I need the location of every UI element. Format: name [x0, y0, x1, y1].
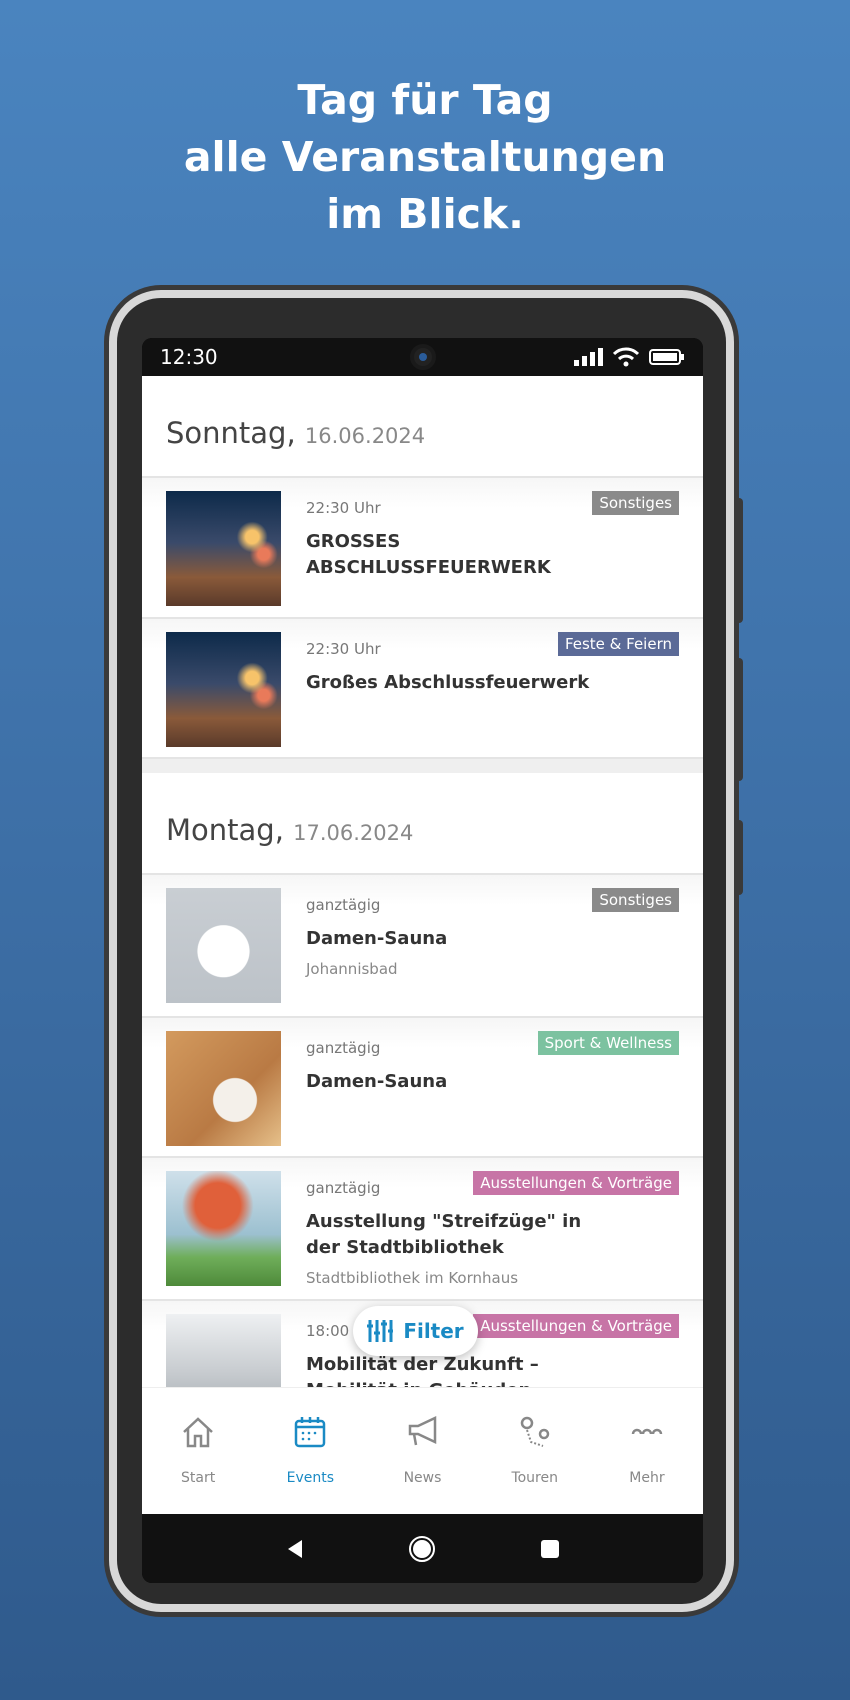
route-icon	[520, 1416, 549, 1447]
event-image-sauna	[166, 1031, 281, 1146]
filter-label: Filter	[403, 1319, 464, 1343]
event-image-fireworks	[166, 491, 281, 606]
recents-icon[interactable]	[539, 1538, 561, 1560]
event-row[interactable]: 22:30 Uhr Großes Abschlussfeuerwerk Fest…	[142, 619, 703, 759]
date: 17.06.2024	[293, 821, 414, 845]
headline-line: im Blick.	[326, 190, 524, 238]
event-location: Stadtbibliothek im Kornhaus	[306, 1269, 519, 1287]
category-badge: Sonstiges	[592, 491, 679, 515]
day-separator	[142, 759, 703, 773]
more-icon	[631, 1428, 663, 1435]
phone-side-button	[734, 498, 743, 623]
filter-button[interactable]: Filter	[353, 1306, 478, 1356]
nav-label: News	[403, 1470, 442, 1486]
event-row[interactable]: 22:30 Uhr GROSSES ABSCHLUSSFEUERWERK Son…	[142, 478, 703, 619]
event-list[interactable]: Sonntag, 16.06.2024 22:30 Uhr GROSSES AB…	[142, 376, 703, 1387]
nav-item-events[interactable]: Events	[254, 1388, 366, 1514]
camera-icon	[410, 344, 436, 370]
bottom-nav: Start Events News Touren Mehr	[142, 1387, 703, 1514]
battery-icon	[649, 349, 684, 365]
category-badge: Ausstellungen & Vorträge	[473, 1171, 679, 1195]
date: 16.06.2024	[304, 424, 426, 448]
wifi-icon	[613, 347, 639, 367]
status-bar: 12:30	[142, 338, 703, 376]
day-header: Montag, 17.06.2024	[142, 773, 703, 875]
event-title: Damen-Sauna	[306, 928, 448, 949]
event-image-painting	[166, 1171, 281, 1286]
sliders-icon	[367, 1320, 394, 1342]
event-image-calendar	[166, 888, 281, 1003]
event-image-fireworks	[166, 632, 281, 747]
category-badge: Feste & Feiern	[557, 632, 679, 656]
event-title: Damen-Sauna	[306, 1071, 448, 1092]
nav-item-touren[interactable]: Touren	[479, 1388, 591, 1514]
headline: Tag für Tag alle Veranstaltungen im Blic…	[0, 72, 850, 243]
event-title: Großes Abschlussfeuerwerk	[306, 672, 590, 693]
event-row[interactable]: ganztägig Ausstellung "Streifzüge" in de…	[142, 1158, 703, 1301]
phone-side-button	[734, 820, 743, 895]
android-nav-bar	[142, 1514, 703, 1583]
category-badge: Sport & Wellness	[537, 1031, 679, 1055]
status-time: 12:30	[160, 345, 218, 369]
phone-side-button	[734, 658, 743, 781]
weekday: Sonntag,	[166, 416, 296, 450]
category-badge: Ausstellungen & Vorträge	[473, 1314, 679, 1338]
event-title: GROSSES ABSCHLUSSFEUERWERK	[306, 531, 551, 578]
megaphone-icon	[408, 1416, 436, 1446]
phone-screen: 12:30 Sonntag, 16.06.2024 22:30 Uhr GROS…	[142, 338, 703, 1583]
nav-label: Events	[286, 1470, 334, 1486]
headline-line: Tag für Tag	[297, 76, 553, 124]
calendar-icon	[295, 1417, 326, 1448]
signal-icon	[574, 348, 603, 366]
category-badge: Sonstiges	[592, 888, 679, 912]
home-icon	[183, 1417, 213, 1448]
back-icon[interactable]	[284, 1538, 306, 1560]
nav-item-mehr[interactable]: Mehr	[591, 1388, 703, 1514]
event-row[interactable]: ganztägig Damen-Sauna Sport & Wellness	[142, 1018, 703, 1158]
nav-label: Start	[181, 1470, 216, 1486]
event-location: Johannisbad	[306, 960, 398, 978]
nav-item-news[interactable]: News	[366, 1388, 478, 1514]
nav-item-start[interactable]: Start	[142, 1388, 254, 1514]
event-image-building	[166, 1314, 281, 1387]
day-header: Sonntag, 16.06.2024	[142, 376, 703, 478]
nav-label: Touren	[511, 1470, 558, 1486]
nav-label: Mehr	[629, 1470, 665, 1486]
home-button-icon[interactable]	[409, 1535, 436, 1562]
weekday: Montag,	[166, 813, 284, 847]
event-title: Ausstellung "Streifzüge" in der Stadtbib…	[306, 1211, 582, 1258]
headline-line: alle Veranstaltungen	[183, 133, 667, 181]
event-title: Mobilität der Zukunft – Mobilität in Geb…	[306, 1354, 539, 1387]
event-row[interactable]: ganztägig Damen-Sauna Johannisbad Sonsti…	[142, 875, 703, 1018]
